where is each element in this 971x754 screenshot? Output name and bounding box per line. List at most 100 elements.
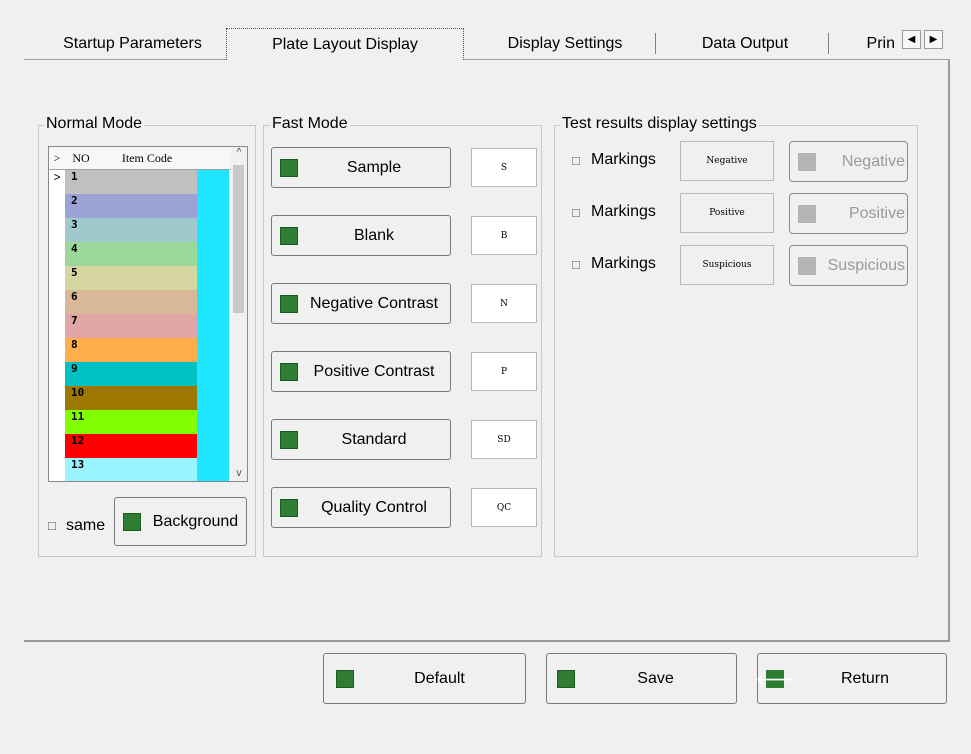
scroll-up-icon[interactable]: ^ [231, 147, 247, 158]
extra-color-cell[interactable] [197, 386, 229, 410]
table-row[interactable]: 7 [49, 314, 229, 338]
extra-color-cell[interactable] [197, 194, 229, 218]
row-marker [49, 458, 65, 481]
item-code-color-cell[interactable] [97, 434, 197, 458]
markings-label: Markings [591, 203, 656, 220]
table-row[interactable]: 3 [49, 218, 229, 242]
markings-checkbox[interactable]: □ [572, 205, 580, 220]
marking-text-box[interactable]: Negative [680, 141, 774, 181]
extra-color-cell[interactable] [197, 218, 229, 242]
grid-header-item-code: Item Code [97, 147, 198, 170]
markings-checkbox[interactable]: □ [572, 257, 580, 272]
tab-plate-layout-display[interactable]: Plate Layout Display [226, 28, 464, 60]
item-code-color-cell[interactable] [97, 266, 197, 290]
table-row[interactable]: >1 [49, 170, 229, 194]
table-row[interactable]: 2 [49, 194, 229, 218]
tab-separator [655, 33, 656, 54]
color-swatch-icon [557, 669, 575, 688]
tab-scroll-left-icon[interactable]: ◀ [902, 30, 921, 49]
fast-mode-code-input[interactable]: SD [471, 420, 537, 459]
fast-mode-label: Blank [353, 226, 395, 244]
extra-color-cell[interactable] [197, 434, 229, 458]
table-row[interactable]: 10 [49, 386, 229, 410]
markings-checkbox[interactable]: □ [572, 153, 580, 168]
tab-scroll-right-icon[interactable]: ▶ [924, 30, 943, 49]
save-label: Save [637, 669, 674, 687]
extra-color-cell[interactable] [197, 338, 229, 362]
table-row[interactable]: 6 [49, 290, 229, 314]
grid-scrollbar-thumb[interactable] [233, 165, 244, 313]
row-number: 4 [65, 242, 97, 266]
item-code-color-cell[interactable] [97, 386, 197, 410]
item-code-color-cell[interactable] [97, 194, 197, 218]
item-code-color-cell[interactable] [97, 314, 197, 338]
extra-color-cell[interactable] [197, 410, 229, 434]
row-marker [49, 194, 65, 218]
fast-mode-label: Sample [346, 158, 402, 176]
item-color-grid[interactable]: > NO Item Code >1 2 3 4 5 6 7 8 9 10 11 12 13 [48, 146, 248, 482]
table-row[interactable]: 4 [49, 242, 229, 266]
color-swatch-icon [798, 256, 816, 275]
extra-color-cell[interactable] [197, 290, 229, 314]
save-button[interactable]: Save [546, 653, 737, 704]
item-code-color-cell[interactable] [97, 410, 197, 434]
markings-label: Markings [591, 151, 656, 168]
item-code-color-cell[interactable] [97, 242, 197, 266]
fast-mode-button[interactable]: Blank [271, 215, 451, 256]
table-row[interactable]: 13 [49, 458, 229, 481]
background-button[interactable]: Background [114, 497, 247, 546]
row-number: 3 [65, 218, 97, 242]
extra-color-cell[interactable] [197, 314, 229, 338]
tab-print[interactable]: Prin [835, 28, 897, 59]
fast-mode-button[interactable]: Negative Contrast [271, 283, 451, 324]
item-code-color-cell[interactable] [97, 170, 197, 194]
grid-header-no: NO [65, 147, 98, 170]
tab-display-settings[interactable]: Display Settings [470, 28, 660, 59]
fast-mode-button[interactable]: Positive Contrast [271, 351, 451, 392]
tab-startup-parameters[interactable]: Startup Parameters [40, 28, 225, 59]
item-code-color-cell[interactable] [97, 290, 197, 314]
item-code-color-cell[interactable] [97, 362, 197, 386]
default-button[interactable]: Default [323, 653, 526, 704]
fast-mode-button[interactable]: Standard [271, 419, 451, 460]
table-row[interactable]: 9 [49, 362, 229, 386]
item-code-color-cell[interactable] [97, 458, 197, 481]
row-number: 5 [65, 266, 97, 290]
table-row[interactable]: 8 [49, 338, 229, 362]
color-swatch-icon [798, 152, 816, 171]
grid-header-marker: > [49, 147, 66, 170]
table-row[interactable]: 5 [49, 266, 229, 290]
fast-mode-code-input[interactable]: QC [471, 488, 537, 527]
table-row[interactable]: 12 [49, 434, 229, 458]
fast-mode-code-input[interactable]: P [471, 352, 537, 391]
marking-text-box[interactable]: Suspicious [680, 245, 774, 285]
item-code-color-cell[interactable] [97, 218, 197, 242]
marking-text-box[interactable]: Positive [680, 193, 774, 233]
fast-mode-code-input[interactable]: S [471, 148, 537, 187]
return-label: Return [840, 669, 890, 687]
fast-mode-code-input[interactable]: N [471, 284, 537, 323]
tab-data-output[interactable]: Data Output [660, 28, 830, 59]
fast-mode-code-input[interactable]: B [471, 216, 537, 255]
row-number: 11 [65, 410, 97, 434]
fast-mode-button[interactable]: Quality Control [271, 487, 451, 528]
return-button[interactable]: 🡐 Return [756, 653, 947, 704]
row-marker [49, 434, 65, 458]
grid-header-extra [197, 147, 232, 170]
row-marker [49, 362, 65, 386]
fast-mode-button[interactable]: Sample [271, 147, 451, 188]
color-swatch-icon [280, 362, 298, 381]
extra-color-cell[interactable] [197, 362, 229, 386]
test-results-title: Test results display settings [560, 115, 759, 133]
row-marker [49, 314, 65, 338]
tab-separator [828, 33, 829, 54]
same-checkbox[interactable]: □ [48, 518, 56, 533]
extra-color-cell[interactable] [197, 242, 229, 266]
fast-mode-label: Standard [341, 430, 407, 448]
extra-color-cell[interactable] [197, 170, 229, 194]
scroll-down-icon[interactable]: v [231, 468, 247, 479]
item-code-color-cell[interactable] [97, 338, 197, 362]
extra-color-cell[interactable] [197, 458, 229, 481]
extra-color-cell[interactable] [197, 266, 229, 290]
table-row[interactable]: 11 [49, 410, 229, 434]
